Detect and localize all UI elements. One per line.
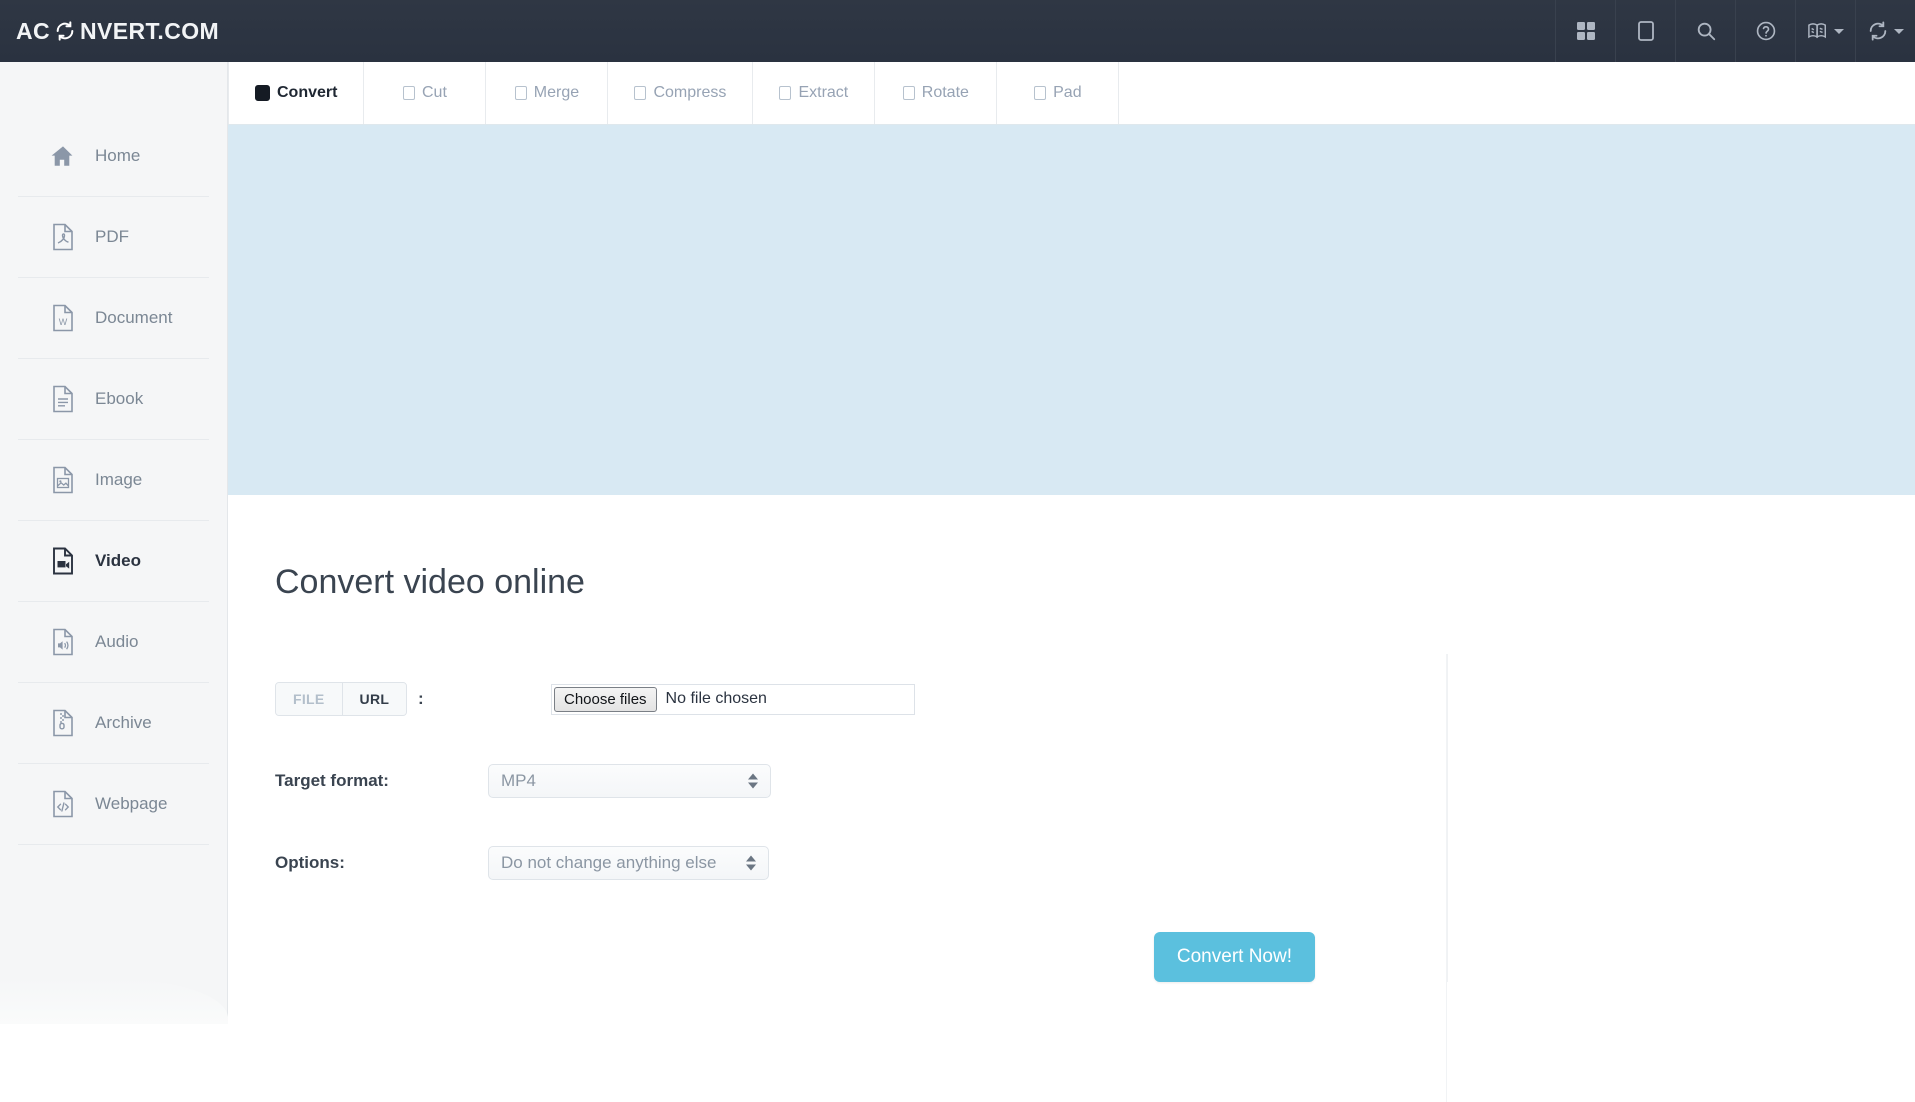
options-select[interactable]: Do not change anything else xyxy=(488,846,769,880)
target-format-select[interactable]: MP4 xyxy=(488,764,771,798)
tab-label: Convert xyxy=(277,84,338,101)
sidebar-item-audio[interactable]: Audio xyxy=(18,602,209,683)
sidebar-nav-list: Home PDF W Document Ebook Image Video Au… xyxy=(0,62,227,845)
search-icon[interactable] xyxy=(1675,0,1735,62)
sidebar-item-webpage[interactable]: Webpage xyxy=(18,764,209,845)
tab-cut[interactable]: Cut xyxy=(364,62,487,124)
svg-text:W: W xyxy=(59,317,68,327)
tab-label: Cut xyxy=(422,84,447,101)
radio-icon xyxy=(255,85,270,101)
form-area: Convert video online FILE URL : Choose f… xyxy=(228,495,1915,1102)
options-label: Options: xyxy=(275,853,345,872)
sidebar-item-ebook[interactable]: Ebook xyxy=(18,359,209,440)
source-label-group: FILE URL : xyxy=(275,682,488,716)
page-title: Convert video online xyxy=(275,563,585,601)
submit-row: Convert Now! xyxy=(228,932,1447,982)
tab-merge[interactable]: Merge xyxy=(486,62,609,124)
circular-arrows-icon xyxy=(53,19,77,43)
help-icon[interactable] xyxy=(1735,0,1795,62)
url-tab-button[interactable]: URL xyxy=(341,683,407,715)
radio-icon xyxy=(403,86,415,100)
conversion-form-panel: FILE URL : Choose files No file chosen T… xyxy=(228,654,1448,1102)
tab-rotate[interactable]: Rotate xyxy=(875,62,998,124)
source-type-toggle[interactable]: FILE URL xyxy=(275,682,408,716)
target-format-value: MP4 xyxy=(501,771,536,790)
radio-icon xyxy=(634,86,647,100)
sidebar-item-document[interactable]: W Document xyxy=(18,278,209,359)
sidebar-item-label: Ebook xyxy=(95,389,144,408)
sidebar-item-label: PDF xyxy=(95,227,129,246)
grid-icon[interactable] xyxy=(1555,0,1615,62)
file-tab-button[interactable]: FILE xyxy=(276,683,342,715)
chevron-down-icon xyxy=(1834,28,1844,34)
header-icon-group xyxy=(1555,0,1915,62)
choose-files-button[interactable]: Choose files xyxy=(554,686,657,712)
archive-file-icon xyxy=(48,708,78,738)
sidebar-item-label: Video xyxy=(95,551,141,570)
target-format-label: Target format: xyxy=(275,771,389,790)
spinner-icon xyxy=(748,773,758,789)
operation-tabs: Convert Cut Merge Compress Extract Rotat… xyxy=(228,62,1915,124)
sidebar-footer-decoration xyxy=(0,978,228,1024)
target-format-row: Target format: MP4 xyxy=(228,764,1447,798)
tab-pad[interactable]: Pad xyxy=(997,62,1120,124)
file-input[interactable]: Choose files No file chosen xyxy=(551,683,915,715)
brand-prefix-text: AC xyxy=(16,17,51,44)
sidebar-item-label: Webpage xyxy=(95,794,168,813)
sidebar-item-image[interactable]: Image xyxy=(18,440,209,521)
tab-label: Extract xyxy=(798,84,849,101)
sidebar-item-archive[interactable]: Archive xyxy=(18,683,209,764)
advertisement-banner xyxy=(228,124,1915,495)
source-row: FILE URL : Choose files No file chosen xyxy=(228,682,1447,716)
source-colon: : xyxy=(417,689,424,708)
radio-icon xyxy=(779,86,792,100)
image-file-icon xyxy=(48,465,78,495)
radio-icon xyxy=(1034,86,1047,100)
sidebar-item-label: Archive xyxy=(95,713,152,732)
tablet-icon[interactable] xyxy=(1615,0,1675,62)
top-header-bar: AC NVERT.COM xyxy=(0,0,1915,62)
tab-extract[interactable]: Extract xyxy=(753,62,876,124)
tab-compress[interactable]: Compress xyxy=(608,62,754,124)
sidebar-item-label: Audio xyxy=(95,632,139,651)
spinner-icon xyxy=(746,855,756,871)
sidebar-item-label: Home xyxy=(95,146,141,165)
audio-file-icon xyxy=(48,627,78,657)
text-file-icon xyxy=(48,384,78,414)
sidebar-item-video[interactable]: Video xyxy=(18,521,209,602)
pdf-file-icon xyxy=(48,222,78,252)
language-icon[interactable] xyxy=(1795,0,1855,62)
header-spacer xyxy=(219,0,1555,62)
sidebar-item-label: Document xyxy=(95,308,173,327)
brand-suffix-text: NVERT.COM xyxy=(80,17,220,44)
tab-convert[interactable]: Convert xyxy=(228,62,365,124)
main-content: Convert Cut Merge Compress Extract Rotat… xyxy=(228,62,1915,1102)
sidebar: Home PDF W Document Ebook Image Video Au… xyxy=(0,62,228,1024)
sidebar-item-home[interactable]: Home xyxy=(18,116,209,197)
options-value: Do not change anything else xyxy=(501,853,717,872)
tab-label: Compress xyxy=(653,84,727,101)
sidebar-item-pdf[interactable]: PDF xyxy=(18,197,209,278)
radio-icon xyxy=(902,86,915,100)
word-file-icon: W xyxy=(48,303,78,333)
options-row: Options: Do not change anything else xyxy=(228,846,1447,880)
tab-label: Pad xyxy=(1053,84,1082,101)
convert-now-button[interactable]: Convert Now! xyxy=(1153,932,1315,982)
home-icon xyxy=(48,141,78,171)
tab-label: Rotate xyxy=(921,84,969,101)
file-status-text: No file chosen xyxy=(665,690,767,707)
video-file-icon xyxy=(48,546,78,576)
chevron-down-icon xyxy=(1894,28,1904,34)
brand-logo[interactable]: AC NVERT.COM xyxy=(0,0,219,62)
tab-label: Merge xyxy=(533,84,580,101)
radio-icon xyxy=(514,86,527,100)
convert-icon[interactable] xyxy=(1855,0,1915,62)
sidebar-item-label: Image xyxy=(95,470,143,489)
code-file-icon xyxy=(48,789,78,819)
